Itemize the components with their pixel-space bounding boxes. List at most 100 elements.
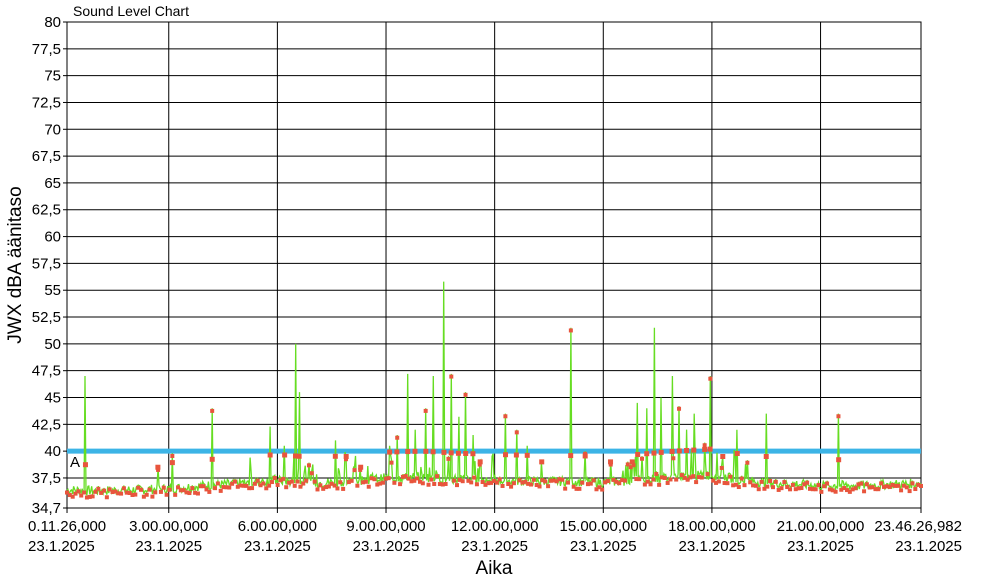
y-tick-label: 47,5 (32, 363, 61, 380)
data-point-marker (816, 483, 821, 488)
x-tick-time-label: 21.00.00,000 (777, 518, 865, 535)
peak-marker (477, 459, 483, 465)
data-point-marker (879, 481, 884, 486)
data-point-marker (910, 481, 915, 486)
data-point-marker (435, 474, 440, 479)
data-point-marker (725, 481, 730, 486)
y-tick-label: 37,5 (32, 470, 61, 487)
data-point-marker (380, 480, 385, 485)
data-point-marker (788, 487, 793, 492)
data-point-marker (674, 477, 679, 482)
y-tick-label: 67,5 (32, 148, 61, 165)
peak-marker (343, 454, 349, 460)
x-tick-date-label: 23.1.2025 (461, 538, 528, 555)
peak-marker (423, 448, 429, 454)
data-point-marker (173, 492, 178, 497)
peak-marker (513, 452, 519, 458)
data-point-marker (170, 453, 175, 458)
peak-marker (684, 447, 690, 453)
data-point-marker (665, 480, 670, 485)
x-tick-date-label: 23.1.2025 (28, 538, 95, 555)
peak-marker (394, 449, 400, 455)
data-point-marker (759, 479, 764, 484)
data-point-marker (460, 479, 465, 484)
data-point-marker (742, 483, 747, 488)
peak-marker (209, 456, 215, 462)
data-point-marker (500, 483, 505, 488)
peak-marker (155, 464, 161, 470)
data-point-marker (640, 456, 645, 461)
data-point-marker (306, 463, 311, 468)
data-point-marker (563, 486, 568, 491)
data-point-marker (782, 480, 787, 485)
data-point-marker (267, 483, 272, 488)
data-point-marker (560, 477, 565, 482)
peak-marker (267, 452, 273, 458)
data-point-marker (739, 476, 744, 481)
data-point-marker (144, 492, 149, 497)
data-point-marker (139, 487, 144, 492)
peak-marker (658, 449, 664, 455)
x-tick-date-label: 23.1.2025 (895, 538, 962, 555)
peak-marker (568, 453, 574, 459)
data-point-marker (899, 488, 904, 493)
data-point-marker (770, 485, 775, 490)
data-point-marker (207, 489, 212, 494)
data-point-marker (600, 487, 605, 492)
peak-marker (455, 450, 461, 456)
data-point-marker (799, 486, 804, 491)
peak-marker (720, 454, 726, 460)
data-point-marker (386, 476, 391, 481)
data-point-marker (668, 477, 673, 482)
data-point-marker (232, 479, 237, 484)
data-point-marker (813, 487, 818, 492)
data-point-marker (443, 481, 448, 486)
data-point-marker (779, 486, 784, 491)
data-point-marker (213, 486, 218, 491)
data-point-marker (694, 480, 699, 485)
y-tick-label: 72,5 (32, 94, 61, 111)
y-tick-label: 77,5 (32, 41, 61, 58)
peak-marker (282, 452, 288, 458)
x-tick-time-label: 6.00.00,000 (238, 518, 317, 535)
data-point-marker (637, 477, 642, 482)
y-tick-label: 57,5 (32, 255, 61, 272)
data-point-marker (463, 392, 468, 397)
data-point-marker (805, 480, 810, 485)
peak-marker (405, 449, 411, 455)
data-point-marker (158, 489, 163, 494)
data-point-marker (392, 480, 397, 485)
data-point-marker (312, 479, 317, 484)
peak-marker (651, 450, 657, 456)
data-point-marker (398, 482, 403, 487)
data-point-marker (454, 483, 459, 488)
peak-marker (539, 459, 545, 465)
data-point-marker (261, 481, 266, 486)
data-point-marker (605, 478, 610, 483)
threshold-label: A (70, 454, 80, 471)
y-tick-label: 60 (44, 229, 61, 246)
data-point-marker (164, 492, 169, 497)
data-point-marker (292, 483, 297, 488)
peak-marker (734, 450, 740, 456)
data-point-marker (215, 481, 220, 486)
peak-marker (608, 459, 614, 465)
data-point-marker (833, 489, 838, 494)
x-tick-date-label: 23.1.2025 (570, 538, 637, 555)
data-point-marker (281, 476, 286, 481)
data-point-marker (275, 482, 280, 487)
data-point-marker (859, 481, 864, 486)
data-point-marker (671, 456, 676, 461)
data-point-marker (577, 486, 582, 491)
data-point-marker (566, 480, 571, 485)
y-tick-label: 42,5 (32, 416, 61, 433)
data-point-marker (363, 479, 368, 484)
data-point-marker (790, 482, 795, 487)
data-point-marker (355, 483, 360, 488)
data-point-marker (133, 492, 138, 497)
data-point-marker (531, 477, 536, 482)
x-tick-date-label: 23.1.2025 (135, 538, 202, 555)
peak-marker (669, 448, 675, 454)
x-tick-time-label: 9.00.00,000 (346, 518, 425, 535)
y-axis-title: JWX dBA äänitaso (5, 186, 26, 343)
